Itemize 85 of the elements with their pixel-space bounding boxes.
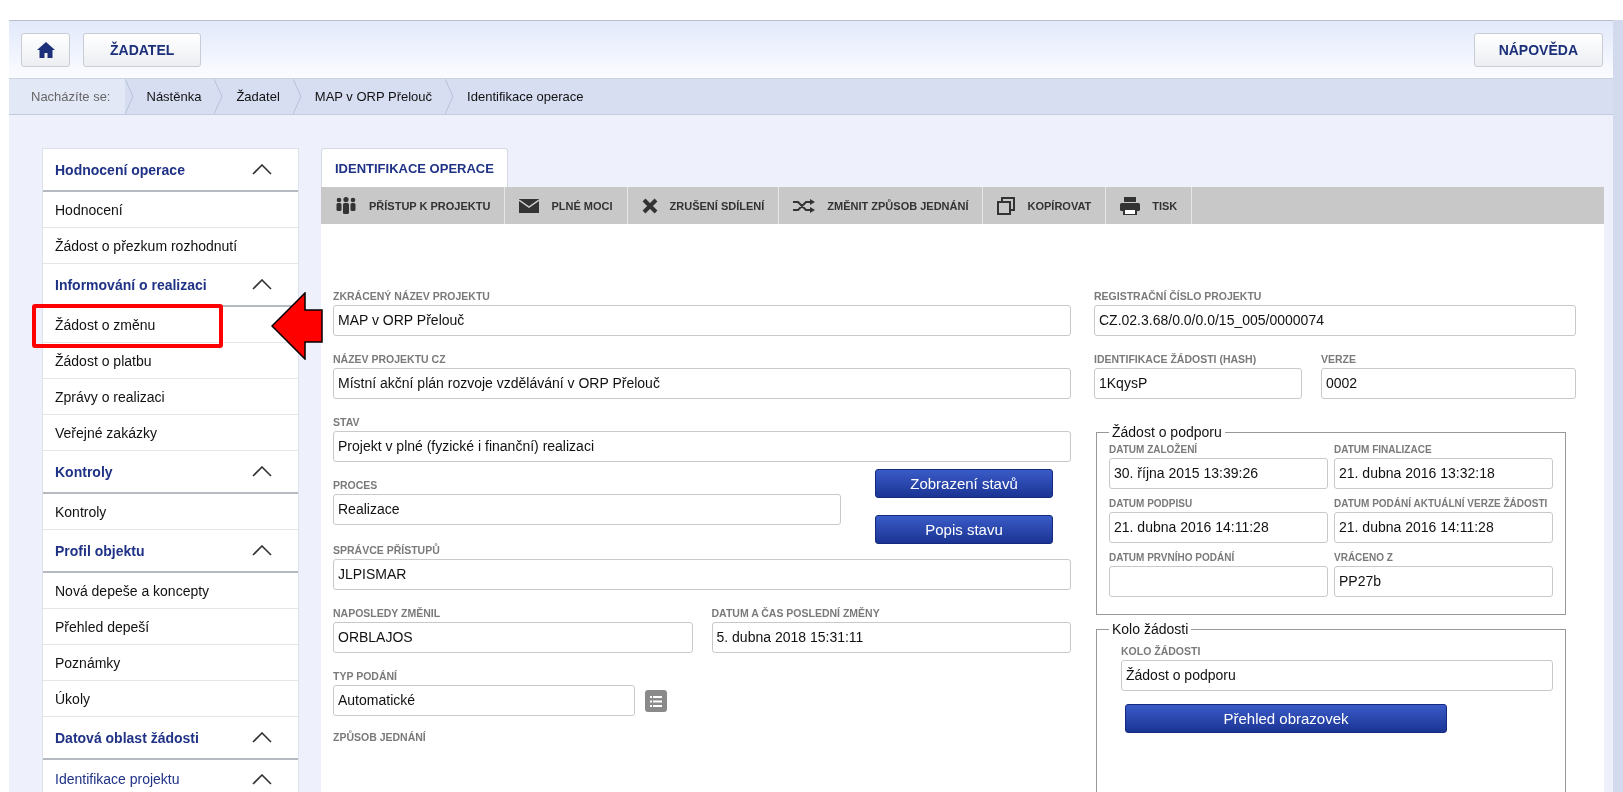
field-label: DATUM ZALOŽENÍ bbox=[1109, 444, 1199, 455]
text-field[interactable]: Místní akční plán rozvoje vzdělávání v ORP Přelouč bbox=[333, 368, 1071, 399]
text-field[interactable]: Projekt v plné (fyzické i finanční) realizaci bbox=[333, 431, 1071, 462]
field-label: VRÁCENO Z bbox=[1334, 552, 1394, 563]
text-field[interactable]: JLPISMAR bbox=[333, 559, 1071, 590]
field-label: DATUM FINALIZACE bbox=[1334, 444, 1433, 455]
field-label: DATUM PRVNÍHO PODÁNÍ bbox=[1109, 552, 1236, 563]
list-icon bbox=[650, 695, 662, 707]
fieldset-legend: Kolo žádosti bbox=[1109, 621, 1192, 637]
printer-icon bbox=[1120, 196, 1141, 215]
text-field[interactable]: 1KqysP bbox=[1094, 368, 1302, 399]
screens-overview-button[interactable]: Přehled obrazovek bbox=[1125, 704, 1447, 733]
sidebar-item[interactable]: Žádost o změnu bbox=[55, 316, 156, 333]
field-label: DATUM PODPISU bbox=[1109, 498, 1194, 509]
sidebar-item[interactable]: Přehled depeší bbox=[55, 618, 150, 635]
field-label: NÁZEV PROJEKTU CZ bbox=[333, 353, 447, 365]
text-field[interactable]: MAP v ORP Přelouč bbox=[333, 305, 1071, 336]
home-icon bbox=[36, 41, 55, 58]
text-field[interactable] bbox=[1109, 566, 1328, 597]
help-button[interactable]: NÁPOVĚDA bbox=[1473, 32, 1603, 67]
list-button[interactable] bbox=[645, 690, 667, 712]
field-label: REGISTRAČNÍ ČÍSLO PROJEKTU bbox=[1094, 290, 1263, 302]
breadcrumb-item: Identifikace operace bbox=[466, 89, 585, 104]
field-label: DATUM PODÁNÍ AKTUÁLNÍ VERZE ŽÁDOSTI bbox=[1334, 498, 1549, 509]
sidebar-section-title[interactable]: Informování o realizaci bbox=[55, 276, 207, 293]
sidebar-section-title[interactable]: Datová oblast žádosti bbox=[55, 729, 199, 746]
chevron-up-icon[interactable] bbox=[252, 732, 272, 743]
sidebar-item[interactable]: Zprávy o realizaci bbox=[55, 388, 165, 405]
text-field[interactable]: 30. října 2015 13:39:26 bbox=[1109, 458, 1328, 489]
sidebar-item[interactable]: Úkoly bbox=[55, 690, 90, 707]
text-field[interactable]: CZ.02.3.68/0.0/0.0/15_005/0000074 bbox=[1094, 305, 1576, 336]
sidebar-section-title[interactable]: Kontroly bbox=[55, 463, 113, 480]
chevron-up-icon[interactable] bbox=[252, 279, 272, 290]
close-icon bbox=[641, 197, 658, 214]
text-field[interactable]: Realizace bbox=[333, 494, 841, 525]
sidebar-group-title[interactable]: Identifikace projektu bbox=[55, 771, 180, 787]
sidebar-section-title[interactable]: Hodnocení operace bbox=[55, 161, 185, 178]
field-label: ZPŮSOB JEDNÁNÍ bbox=[333, 731, 427, 743]
field-label: PROCES bbox=[333, 479, 379, 491]
sidebar-item[interactable]: Veřejné zakázky bbox=[55, 424, 157, 441]
chevron-up-icon[interactable] bbox=[252, 773, 272, 785]
fieldset-legend: Žádost o podporu bbox=[1109, 424, 1225, 440]
text-field[interactable]: 21. dubna 2016 14:11:28 bbox=[1109, 512, 1328, 543]
breadcrumb-label: Nacházíte se: bbox=[9, 79, 125, 114]
text-field[interactable]: Žádost o podporu bbox=[1121, 660, 1553, 691]
text-field[interactable]: 5. dubna 2018 15:31:11 bbox=[711, 622, 1071, 653]
text-field[interactable]: PP27b bbox=[1334, 566, 1553, 597]
envelope-icon bbox=[519, 198, 540, 213]
field-label: KOLO ŽÁDOSTI bbox=[1121, 645, 1202, 657]
text-field[interactable]: Automatické bbox=[333, 685, 635, 716]
breadcrumb-item[interactable]: Žadatel bbox=[223, 89, 293, 104]
chevron-up-icon[interactable] bbox=[252, 164, 272, 175]
state-button[interactable]: Zobrazení stavů bbox=[875, 469, 1053, 498]
sidebar-item[interactable]: Žádost o přezkum rozhodnutí bbox=[55, 237, 238, 254]
arrow-drawing bbox=[271, 292, 323, 360]
field-label: NAPOSLEDY ZMĚNIL bbox=[333, 607, 442, 619]
chevron-up-icon[interactable] bbox=[252, 545, 272, 556]
scrollbar[interactable] bbox=[1613, 20, 1623, 792]
applicant-button[interactable]: ŽADATEL bbox=[83, 32, 202, 67]
breadcrumb-item[interactable]: Nástěnka bbox=[133, 89, 215, 104]
field-label: VERZE bbox=[1321, 353, 1357, 365]
field-label: STAV bbox=[333, 416, 361, 428]
sidebar-item[interactable]: Žádost o platbu bbox=[55, 352, 152, 369]
state-button[interactable]: Popis stavu bbox=[875, 515, 1053, 544]
field-label: SPRÁVCE PŘÍSTUPŮ bbox=[333, 544, 441, 556]
breadcrumb-item[interactable]: MAP v ORP Přelouč bbox=[301, 89, 446, 104]
chevron-up-icon[interactable] bbox=[252, 466, 272, 477]
shuffle-icon bbox=[793, 198, 816, 213]
people-icon bbox=[335, 196, 357, 215]
text-field[interactable]: 21. dubna 2016 14:11:28 bbox=[1334, 512, 1553, 543]
copy-icon bbox=[997, 196, 1016, 215]
text-field[interactable]: 0002 bbox=[1321, 368, 1576, 399]
sidebar-item[interactable]: Hodnocení bbox=[55, 201, 123, 218]
home-button[interactable] bbox=[21, 32, 70, 67]
field-label: TYP PODÁNÍ bbox=[333, 670, 398, 682]
sidebar-item[interactable]: Nová depeše a koncepty bbox=[55, 582, 210, 599]
sidebar-section-title[interactable]: Profil objektu bbox=[55, 542, 145, 559]
section-tab[interactable]: IDENTIFIKACE OPERACE bbox=[321, 148, 508, 187]
text-field[interactable]: 21. dubna 2016 13:32:18 bbox=[1334, 458, 1553, 489]
field-label: DATUM A ČAS POSLEDNÍ ZMĚNY bbox=[711, 607, 881, 619]
text-field[interactable]: ORBLAJOS bbox=[333, 622, 693, 653]
field-label: ZKRÁCENÝ NÁZEV PROJEKTU bbox=[333, 290, 491, 302]
sidebar-item[interactable]: Poznámky bbox=[55, 654, 121, 671]
field-label: IDENTIFIKACE ŽÁDOSTI (HASH) bbox=[1094, 353, 1258, 365]
sidebar-item[interactable]: Kontroly bbox=[55, 503, 107, 520]
